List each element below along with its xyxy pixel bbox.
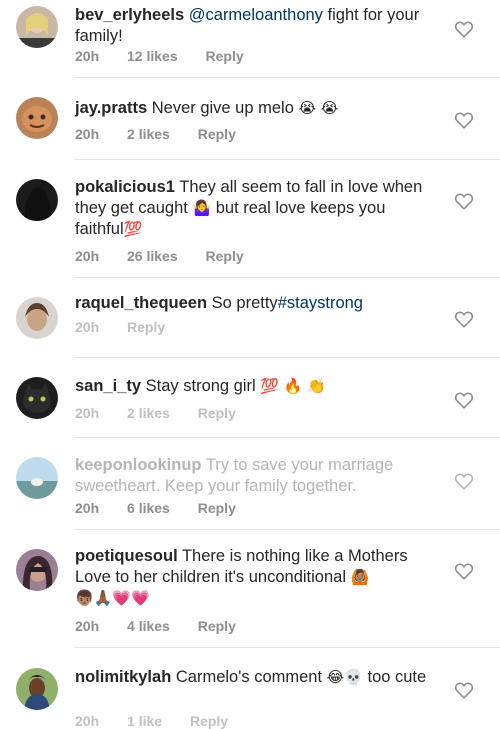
reply-button[interactable]: Reply: [206, 48, 244, 64]
reply-button[interactable]: Reply: [198, 618, 236, 634]
comment-meta: 20h 6 likes Reply: [75, 500, 260, 516]
avatar[interactable]: [16, 377, 58, 419]
comment-username[interactable]: nolimitkylah: [75, 668, 171, 686]
comment-mention[interactable]: @carmeloanthony: [189, 6, 323, 24]
comment-meta: 20h Reply: [75, 319, 189, 335]
reply-button[interactable]: Reply: [127, 319, 165, 335]
comment-text: too cute: [367, 668, 427, 686]
avatar[interactable]: [16, 297, 58, 339]
comment-body: poetiquesoul There is nothing like a Mot…: [75, 546, 435, 609]
comment-item: raquel_thequeen So pretty#staystrong 20h…: [0, 278, 500, 358]
comment-likes[interactable]: 2 likes: [127, 126, 170, 142]
comment-meta: 20h 2 likes Reply: [75, 405, 260, 421]
emoji-crying-icon: 😭 😭: [298, 99, 339, 117]
comment-time: 20h: [75, 713, 100, 729]
comment-body: san_i_ty Stay strong girl 💯 🔥 👏: [75, 376, 435, 397]
comment-item: bev_erlyheels @carmeloanthony fight for …: [0, 0, 500, 78]
comment-body: jay.pratts Never give up melo 😭 😭: [75, 98, 435, 119]
comment-username[interactable]: poetiquesoul: [75, 547, 178, 565]
heart-outline-icon[interactable]: [454, 20, 474, 38]
comment-likes[interactable]: 26 likes: [127, 248, 178, 264]
comment-username[interactable]: raquel_thequeen: [75, 294, 207, 312]
heart-outline-icon[interactable]: [454, 111, 474, 129]
comment-body: nolimitkylah Carmelo's comment 😂💀 too cu…: [75, 667, 435, 688]
comment-time: 20h: [75, 48, 100, 64]
comment-body: keeponlookinup Try to save your marriage…: [75, 455, 435, 497]
reply-button[interactable]: Reply: [190, 713, 228, 729]
comment-time: 20h: [75, 126, 100, 142]
comment-text: Stay strong girl: [145, 377, 256, 395]
comment-text: Never give up melo: [151, 99, 294, 117]
comment-meta: 20h 1 like Reply: [75, 713, 252, 729]
comment-time: 20h: [75, 405, 100, 421]
emoji-laugh-skull-icon: 😂💀: [326, 668, 363, 686]
comment-username[interactable]: bev_erlyheels: [75, 6, 184, 24]
comment-body: pokalicious1 They all seem to fall in lo…: [75, 177, 435, 240]
comment-likes[interactable]: 1 like: [127, 713, 162, 729]
comment-body: raquel_thequeen So pretty#staystrong: [75, 293, 435, 314]
comment-item: keeponlookinup Try to save your marriage…: [0, 438, 500, 530]
comment-likes[interactable]: 2 likes: [127, 405, 170, 421]
avatar[interactable]: [16, 668, 58, 710]
comment-body: bev_erlyheels @carmeloanthony fight for …: [75, 5, 435, 47]
comment-item: nolimitkylah Carmelo's comment 😂💀 too cu…: [0, 648, 500, 729]
comment-time: 20h: [75, 500, 100, 516]
comment-item: jay.pratts Never give up melo 😭 😭 20h 2 …: [0, 78, 500, 160]
avatar[interactable]: [16, 179, 58, 221]
comment-text: So pretty: [211, 294, 278, 312]
heart-outline-icon[interactable]: [454, 472, 474, 490]
heart-outline-icon[interactable]: [454, 391, 474, 409]
avatar[interactable]: [16, 97, 58, 139]
reply-button[interactable]: Reply: [198, 500, 236, 516]
heart-outline-icon[interactable]: [454, 310, 474, 328]
comment-time: 20h: [75, 319, 100, 335]
comment-username[interactable]: jay.pratts: [75, 99, 147, 117]
comment-time: 20h: [75, 618, 100, 634]
emoji-hundred-icon: 💯: [123, 220, 143, 238]
comment-username[interactable]: keeponlookinup: [75, 456, 202, 474]
reply-button[interactable]: Reply: [198, 126, 236, 142]
comment-meta: 20h 26 likes Reply: [75, 248, 268, 264]
heart-outline-icon[interactable]: [454, 681, 474, 699]
comment-time: 20h: [75, 248, 100, 264]
avatar[interactable]: [16, 457, 58, 499]
emoji-hundred-fire-clap-icon: 💯 🔥 👏: [260, 377, 326, 395]
comment-item: poetiquesoul There is nothing like a Mot…: [0, 530, 500, 648]
comment-meta: 20h 12 likes Reply: [75, 48, 268, 64]
comment-hashtag[interactable]: #staystrong: [278, 294, 363, 312]
comment-likes[interactable]: 12 likes: [127, 48, 178, 64]
comment-meta: 20h 4 likes Reply: [75, 618, 260, 634]
comment-username[interactable]: san_i_ty: [75, 377, 141, 395]
comment-meta: 20h 2 likes Reply: [75, 126, 260, 142]
comment-username[interactable]: pokalicious1: [75, 178, 175, 196]
emoji-shrug-icon: 🤷‍♀️: [192, 199, 212, 217]
comment-likes[interactable]: 6 likes: [127, 500, 170, 516]
reply-button[interactable]: Reply: [198, 405, 236, 421]
avatar[interactable]: [16, 6, 58, 48]
comment-item: san_i_ty Stay strong girl 💯 🔥 👏 20h 2 li…: [0, 358, 500, 438]
heart-outline-icon[interactable]: [454, 192, 474, 210]
heart-outline-icon[interactable]: [454, 562, 474, 580]
emoji-gesture-icon: 🙆🏽: [350, 568, 370, 586]
comment-text: Carmelo's comment: [175, 668, 323, 686]
reply-button[interactable]: Reply: [206, 248, 244, 264]
comment-item: pokalicious1 They all seem to fall in lo…: [0, 160, 500, 278]
avatar[interactable]: [16, 549, 58, 591]
comment-likes[interactable]: 4 likes: [127, 618, 170, 634]
emoji-boy-pray-hearts-icon: 👦🏽🙏🏾💗💗: [75, 589, 150, 607]
